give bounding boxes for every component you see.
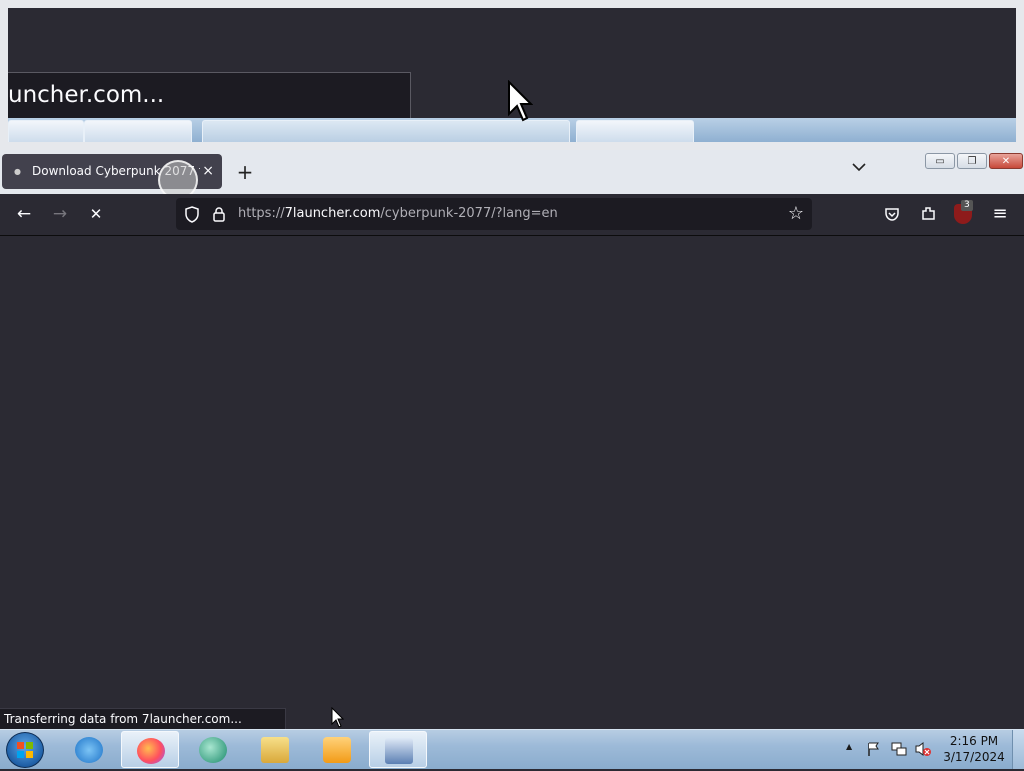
- magnified-cursor-icon: [508, 80, 533, 122]
- clock-time: 2:16 PM: [949, 734, 999, 748]
- stop-button[interactable]: ✕: [84, 202, 108, 226]
- green-app-icon: [199, 737, 227, 763]
- minimize-button[interactable]: ▭: [925, 153, 955, 169]
- bookmark-star-icon[interactable]: ☆: [788, 202, 804, 226]
- browser-tab-bar: ● Download Cyberpunk 2077 for × + ▭ ❐ ✕: [0, 150, 1024, 200]
- new-tab-button[interactable]: +: [234, 158, 256, 186]
- folder-icon: [261, 737, 289, 763]
- forward-button[interactable]: →: [48, 202, 72, 226]
- media-player-icon: [323, 737, 351, 763]
- magnifier-window: uncher.com...: [0, 0, 1024, 150]
- magnified-status-text: uncher.com...: [8, 72, 411, 120]
- network-icon[interactable]: [890, 741, 908, 757]
- volume-muted-icon[interactable]: [914, 741, 932, 757]
- ublock-badge: 3: [961, 200, 973, 211]
- start-button[interactable]: [6, 732, 44, 768]
- taskbar-media-player[interactable]: [308, 731, 366, 768]
- show-desktop-button[interactable]: [1012, 730, 1024, 769]
- tab-list-button[interactable]: [852, 160, 866, 176]
- magnified-taskbar-item: [576, 120, 694, 142]
- magnified-taskbar-item: [84, 120, 192, 142]
- menu-hamburger-icon[interactable]: ≡: [988, 202, 1012, 226]
- taskbar-firefox[interactable]: [121, 731, 179, 768]
- windows-taskbar: ▲ 2:16 PM 3/17/2024: [0, 729, 1024, 769]
- page-content: [0, 236, 1024, 708]
- taskbar-clock[interactable]: 2:16 PM 3/17/2024: [940, 733, 1008, 765]
- url-bar[interactable]: https://7launcher.com/cyberpunk-2077/?la…: [176, 198, 812, 230]
- magnifier-view: uncher.com...: [8, 8, 1016, 142]
- show-hidden-icons-button[interactable]: ▲: [846, 742, 852, 751]
- url-path: /cyberpunk-2077/?lang=en: [380, 206, 558, 221]
- close-window-button[interactable]: ✕: [989, 153, 1023, 169]
- tab-loading-icon: ●: [14, 167, 21, 176]
- url-text[interactable]: https://7launcher.com/cyberpunk-2077/?la…: [238, 198, 558, 230]
- navigation-toolbar: ← → ✕ https://7launcher.com/cyberpunk-20…: [0, 194, 1024, 236]
- back-button[interactable]: ←: [12, 202, 36, 226]
- taskbar-file-explorer[interactable]: [246, 731, 304, 768]
- url-prefix: https://: [238, 206, 285, 221]
- taskbar-app-green[interactable]: [184, 731, 242, 768]
- extensions-icon[interactable]: [920, 205, 937, 222]
- tab-close-icon[interactable]: ×: [202, 154, 214, 189]
- status-panel: Transferring data from 7launcher.com...: [0, 708, 286, 729]
- magnifier-icon: [385, 738, 413, 764]
- windows-logo-icon: [17, 742, 33, 758]
- taskbar-internet-explorer[interactable]: [60, 731, 118, 768]
- magnified-taskbar-item: [8, 120, 84, 142]
- restore-button[interactable]: ❐: [957, 153, 987, 169]
- magnified-taskbar-item: [202, 120, 570, 142]
- firefox-icon: [137, 738, 165, 764]
- tracking-shield-icon[interactable]: [184, 206, 200, 223]
- internet-explorer-icon: [75, 737, 103, 763]
- lock-icon[interactable]: [212, 206, 226, 222]
- clock-date: 3/17/2024: [943, 750, 1005, 764]
- pocket-icon[interactable]: [884, 206, 900, 222]
- mouse-cursor-icon: [331, 707, 344, 728]
- action-center-flag-icon[interactable]: [866, 741, 882, 757]
- url-host: 7launcher.com: [284, 206, 381, 221]
- chevron-down-icon: [852, 163, 866, 172]
- taskbar-magnifier[interactable]: [369, 731, 427, 768]
